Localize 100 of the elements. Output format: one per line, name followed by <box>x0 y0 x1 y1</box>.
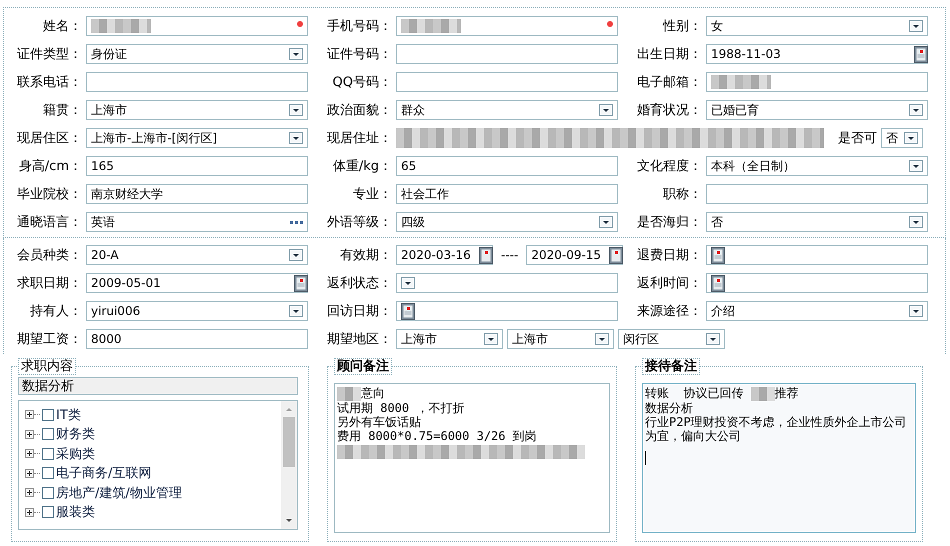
dropdown[interactable]: 上海市 <box>86 100 308 120</box>
input-field[interactable]: 165 <box>86 156 308 176</box>
redacted-block <box>337 386 361 401</box>
expander-icon[interactable] <box>25 449 34 458</box>
dropdown[interactable]: 群众 <box>396 100 618 120</box>
input-field[interactable]: 南京财经大学 <box>86 184 308 204</box>
field-label: 身高/cm： <box>18 158 83 175</box>
field-label: 期望地区： <box>326 331 393 348</box>
field-label: 求职日期： <box>16 275 83 292</box>
tree-item[interactable]: 服装类 <box>25 502 281 522</box>
date-field[interactable] <box>706 273 928 293</box>
input-field[interactable] <box>706 72 928 92</box>
field-label: 体重/kg： <box>332 158 393 175</box>
date-field[interactable] <box>706 245 928 265</box>
field-label: 现居住区： <box>16 130 83 147</box>
dropdown[interactable]: 身份证 <box>86 44 308 64</box>
scrollbar[interactable] <box>281 401 297 529</box>
dropdown[interactable]: 四级 <box>396 212 618 232</box>
tree-item[interactable]: IT类 <box>25 405 281 424</box>
field-label: 证件类型： <box>16 46 83 63</box>
input-field[interactable] <box>396 72 618 92</box>
expander-icon[interactable] <box>25 488 34 498</box>
tree-item[interactable]: 采购类 <box>25 444 281 464</box>
field-label: 专业： <box>352 186 393 203</box>
notes-textarea[interactable]: 转账 协议已回传 推荐 数据分析 行业P2P理财投资不考虑，企业性质外企上市公司 为宜，偏向大公司 <box>642 383 916 533</box>
text-cursor <box>645 450 646 465</box>
field-label: 回访日期： <box>326 303 393 320</box>
calendar-icon <box>914 46 928 62</box>
field-label: 会员种类： <box>16 247 83 264</box>
field-label: 毕业院校： <box>16 186 83 203</box>
field-label: 通晓语言： <box>16 214 83 231</box>
dropdown[interactable]: 上海市 <box>396 329 503 349</box>
calendar-icon <box>401 302 415 320</box>
expander-icon[interactable] <box>25 468 34 478</box>
dropdown[interactable]: 20-A <box>86 245 308 265</box>
field-label: 政治面貌： <box>326 102 393 119</box>
panel-title: 接待备注 <box>642 358 700 375</box>
field-label: 是否可 <box>838 130 877 147</box>
input-field[interactable] <box>706 184 928 204</box>
field-label: 电子邮箱： <box>636 74 703 91</box>
search-field[interactable]: 数据分析 <box>18 377 298 395</box>
input-field[interactable] <box>86 16 308 36</box>
panel-title: 求职内容 <box>18 358 76 375</box>
dropdown[interactable]: 上海市 <box>507 329 614 349</box>
field-label: 退费日期： <box>636 247 703 264</box>
checkbox[interactable] <box>42 467 54 480</box>
field-label: 证件号码： <box>326 46 393 63</box>
field-label: 职称： <box>662 186 703 203</box>
field-label: 性别： <box>662 18 703 35</box>
ellipsis-icon <box>290 220 303 224</box>
expander-icon[interactable] <box>25 410 34 420</box>
input-field[interactable]: 8000 <box>86 329 308 349</box>
field-label: 返利状态： <box>326 275 393 292</box>
field-label: 文化程度： <box>636 158 703 175</box>
checkbox[interactable] <box>42 486 54 499</box>
dropdown[interactable]: 女 <box>706 16 928 36</box>
dropdown[interactable]: yirui006 <box>86 301 308 321</box>
field-label: 姓名： <box>42 18 83 35</box>
input-field[interactable] <box>396 16 618 36</box>
redacted-block <box>401 19 461 33</box>
dropdown[interactable]: 上海市-上海市-[闵行区] <box>86 128 308 148</box>
dropdown[interactable]: 已婚已育 <box>706 100 928 120</box>
checkbox[interactable] <box>42 408 54 421</box>
field-label: 现居住址： <box>326 130 393 147</box>
notes-textarea[interactable]: 意向 试用期 8000 ，不打折 另外有车饭话贴 费用 8000*0.75=6000 3/26 到岗 <box>334 383 610 533</box>
field-label: 持有人： <box>29 303 83 320</box>
input-field[interactable]: 社会工作 <box>396 184 618 204</box>
redacted-block <box>750 386 775 401</box>
expander-icon[interactable] <box>25 430 34 439</box>
input-field[interactable] <box>396 44 618 64</box>
range-separator: ---- <box>501 248 518 262</box>
field-label: 外语等级： <box>326 214 393 231</box>
tree-item[interactable]: 财务类 <box>25 424 281 444</box>
date-field[interactable]: 2009-05-01 <box>86 273 308 293</box>
required-marker-icon <box>607 21 613 27</box>
checkbox[interactable] <box>42 506 54 518</box>
dropdown[interactable]: 闵行区 <box>618 329 725 349</box>
tree-item[interactable]: 电子商务/互联网 <box>25 464 281 483</box>
field-label: 籍贯： <box>42 102 83 119</box>
input-field[interactable] <box>86 72 308 92</box>
dropdown[interactable]: 介绍 <box>706 301 928 321</box>
field-label: 是否海归： <box>636 214 703 231</box>
dropdown[interactable]: 否 <box>881 128 923 148</box>
lookup-field[interactable]: 英语 <box>86 212 308 232</box>
field-label: 期望工资： <box>16 331 83 348</box>
input-field[interactable]: 65 <box>396 156 618 176</box>
date-field[interactable]: 1988-11-03 <box>706 44 928 64</box>
calendar-icon <box>711 246 725 264</box>
date-field[interactable]: 2020-03-16 <box>396 245 493 265</box>
dropdown[interactable]: 本科（全日制） <box>706 156 928 176</box>
tree-item[interactable]: 房地产/建筑/物业管理 <box>25 483 281 502</box>
field-label: 来源途径： <box>636 303 703 320</box>
field-label: 婚育状况： <box>636 102 703 119</box>
date-field[interactable] <box>396 301 618 321</box>
field-label: 手机号码： <box>326 18 393 35</box>
checkbox[interactable] <box>42 448 54 460</box>
date-field[interactable]: 2020-09-15 <box>526 245 624 265</box>
dropdown[interactable]: 否 <box>706 212 928 232</box>
checkbox[interactable] <box>42 428 54 440</box>
expander-icon[interactable] <box>25 508 34 517</box>
